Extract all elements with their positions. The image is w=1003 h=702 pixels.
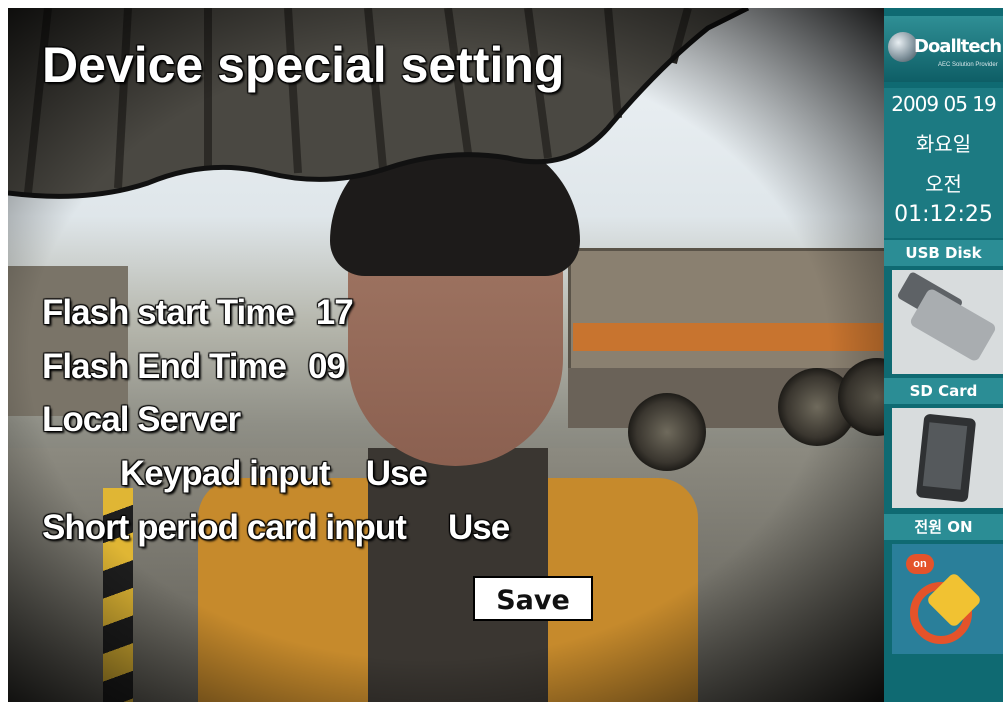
truck-wheel xyxy=(628,393,706,471)
background-truck-left xyxy=(8,266,128,416)
weekday-text: 화요일 xyxy=(915,132,972,156)
short-card-value[interactable]: Use xyxy=(448,508,510,547)
power-label: 전원 ON xyxy=(884,514,1003,540)
flash-end-label: Flash End Time xyxy=(42,347,287,386)
date-text: 2009 05 19 xyxy=(891,92,997,116)
power-plug-icon[interactable]: on xyxy=(892,544,1003,654)
usb-disk-icon[interactable] xyxy=(892,270,1003,374)
background-truck-body xyxy=(568,248,885,374)
keypad-label: Keypad input xyxy=(120,454,331,493)
ampm-text: 오전 xyxy=(925,172,962,196)
datetime-box: 2009 05 19 화요일 오전 01:12:25 xyxy=(884,88,1003,238)
short-card-label: Short period card input xyxy=(42,508,407,547)
short-card-row: Short period card input Use xyxy=(42,508,510,548)
keypad-value[interactable]: Use xyxy=(366,454,428,493)
usb-disk-label: USB Disk xyxy=(884,240,1003,266)
save-button[interactable]: Save xyxy=(473,576,593,621)
page-title: Device special setting xyxy=(42,37,565,93)
flash-start-row: Flash start Time 17 xyxy=(42,293,354,333)
status-panel: Doalltech AEC Solution Provider 2009 05 … xyxy=(884,8,1003,702)
logo-tagline: AEC Solution Provider xyxy=(938,62,998,68)
flash-start-label: Flash start Time xyxy=(42,293,295,332)
logo: Doalltech AEC Solution Provider xyxy=(884,16,1003,82)
logo-text: Doalltech xyxy=(914,36,1002,57)
flash-end-value[interactable]: 09 xyxy=(308,347,346,386)
flash-start-value[interactable]: 17 xyxy=(316,293,354,332)
flash-end-row: Flash End Time 09 xyxy=(42,347,346,387)
power-on-badge: on xyxy=(906,554,934,574)
sd-card-label: SD Card xyxy=(884,378,1003,404)
sd-card-icon[interactable] xyxy=(892,408,1003,508)
time-text: 01:12:25 xyxy=(894,202,993,227)
keypad-row: Keypad input Use xyxy=(120,454,428,494)
local-server-label[interactable]: Local Server xyxy=(42,400,241,440)
background-truck-stripe xyxy=(573,323,883,351)
